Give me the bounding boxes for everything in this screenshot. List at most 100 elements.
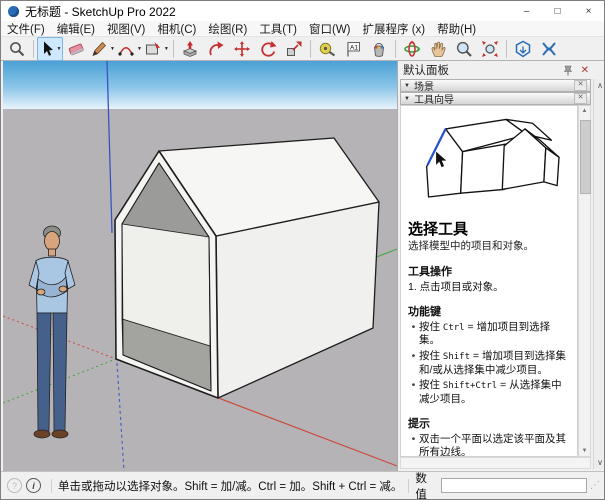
menu-tools[interactable]: 工具(T) bbox=[253, 21, 303, 37]
instructor-house-illustration bbox=[411, 110, 569, 214]
status-separator bbox=[51, 479, 52, 493]
text-tool-button[interactable]: A1 bbox=[340, 37, 366, 61]
minimize-button[interactable]: – bbox=[511, 1, 542, 21]
rectangle-icon bbox=[144, 40, 162, 58]
tray-scroll-strip[interactable]: ∧ ∨ bbox=[593, 79, 605, 469]
tape-measure-button[interactable] bbox=[314, 37, 340, 61]
instructor-subtitle: 选择模型中的项目和对象。 bbox=[408, 240, 571, 253]
zoom-extents-button[interactable] bbox=[477, 37, 503, 61]
modifier-item: • 按住 Ctrl = 增加项目到选择集。 bbox=[408, 321, 571, 348]
resize-grip-icon: ⋰ bbox=[590, 480, 600, 491]
model-viewport[interactable] bbox=[3, 61, 397, 471]
zoom-button[interactable] bbox=[451, 37, 477, 61]
3d-warehouse-icon bbox=[514, 40, 532, 58]
search-icon bbox=[8, 40, 26, 58]
section-label: 工具向导 bbox=[414, 91, 454, 106]
chevron-down-icon[interactable]: ▼ bbox=[57, 46, 62, 52]
select-button[interactable]: ▼ bbox=[37, 37, 63, 61]
menu-edit[interactable]: 编辑(E) bbox=[51, 21, 101, 37]
scrollbar-thumb[interactable] bbox=[580, 120, 591, 194]
instructor-modifier-header: 功能键 bbox=[408, 303, 571, 319]
warehouse-button[interactable] bbox=[510, 37, 536, 61]
instructor-tips-header: 提示 bbox=[408, 415, 571, 431]
menu-window[interactable]: 窗口(W) bbox=[303, 21, 357, 37]
paint-bucket-icon bbox=[370, 40, 388, 58]
section-close-icon[interactable]: ✕ bbox=[574, 80, 587, 91]
sketchup-window: 无标题 - SketchUp Pro 2022 – □ × 文件(F) 编辑(E… bbox=[0, 0, 605, 500]
maximize-button[interactable]: □ bbox=[542, 1, 573, 21]
zoom-icon bbox=[455, 40, 473, 58]
chevron-down-icon[interactable]: ▼ bbox=[164, 46, 169, 52]
status-hint: 单击或拖动以选择对象。Shift = 加/减。Ctrl = 加。Shift + … bbox=[58, 478, 402, 494]
orbit-icon bbox=[403, 40, 421, 58]
measurement-input[interactable] bbox=[441, 478, 587, 493]
instructor-bottom-strip bbox=[400, 457, 591, 469]
menu-extensions[interactable]: 扩展程序 (x) bbox=[357, 21, 432, 37]
tray-title: 默认面板 bbox=[403, 62, 449, 78]
pencil-icon bbox=[90, 40, 108, 58]
close-button[interactable]: × bbox=[573, 1, 604, 21]
zoom-extents-icon bbox=[481, 40, 499, 58]
panel-section-instructor[interactable]: ▼ 工具向导 ✕ bbox=[400, 92, 591, 105]
menu-help[interactable]: 帮助(H) bbox=[431, 21, 482, 37]
menu-view[interactable]: 视图(V) bbox=[101, 21, 151, 37]
default-tray-panel: 默认面板 ✕ ∧ ∨ ▼ 场景 ✕ ▼ 工具向导 ✕ bbox=[397, 61, 605, 471]
scale-icon bbox=[285, 40, 303, 58]
tray-close-icon[interactable]: ✕ bbox=[581, 65, 589, 76]
search-button[interactable] bbox=[4, 37, 30, 61]
menu-camera[interactable]: 相机(C) bbox=[151, 21, 202, 37]
menu-file[interactable]: 文件(F) bbox=[1, 21, 51, 37]
toolbar-separator bbox=[310, 40, 311, 58]
toolbar-separator bbox=[173, 40, 174, 58]
scale-button[interactable] bbox=[281, 37, 307, 61]
tray-header: 默认面板 ✕ bbox=[398, 61, 605, 79]
orbit-button[interactable] bbox=[399, 37, 425, 61]
info-status-icon[interactable]: i bbox=[26, 478, 41, 493]
push-pull-button[interactable] bbox=[177, 37, 203, 61]
chevron-down-icon[interactable]: ▼ bbox=[110, 46, 115, 52]
pan-button[interactable] bbox=[425, 37, 451, 61]
toolbar-separator bbox=[395, 40, 396, 58]
rectangle-tool-button[interactable]: ▼ bbox=[143, 37, 170, 61]
pin-icon[interactable] bbox=[563, 65, 573, 76]
menu-draw[interactable]: 绘图(R) bbox=[202, 21, 253, 37]
tray-scroll-up-icon[interactable]: ∧ bbox=[594, 81, 605, 90]
eraser-button[interactable] bbox=[63, 37, 89, 61]
tray-scroll-down-icon[interactable]: ∨ bbox=[594, 458, 605, 467]
status-bar: ? i 单击或拖动以选择对象。Shift = 加/减。Ctrl = 加。Shif… bbox=[1, 471, 604, 499]
text-tool-icon: A1 bbox=[344, 40, 362, 58]
arc-icon bbox=[117, 40, 135, 58]
arc-tool-button[interactable]: ▼ bbox=[116, 37, 143, 61]
instructor-operation-header: 工具操作 bbox=[408, 263, 571, 279]
instructor-operation-item: 1. 点击项目或对象。 bbox=[408, 281, 571, 295]
help-status-icon[interactable]: ? bbox=[7, 478, 22, 493]
instructor-scrollbar[interactable]: ▲ ▼ bbox=[578, 105, 591, 457]
follow-me-button[interactable] bbox=[203, 37, 229, 61]
scrollbar-up-icon[interactable]: ▲ bbox=[579, 108, 590, 114]
window-title: 无标题 - SketchUp Pro 2022 bbox=[25, 3, 176, 20]
tool-bar: ▼ ▼ ▼ ▼ bbox=[1, 37, 604, 61]
instructor-content: 选择工具 选择模型中的项目和对象。 工具操作 1. 点击项目或对象。 功能键 •… bbox=[400, 105, 578, 457]
rotate-icon bbox=[259, 40, 277, 58]
modifier-item: • 按住 Shift = 增加项目到选择集和/或从选择集中减少项目。 bbox=[408, 350, 571, 377]
sky bbox=[3, 61, 397, 109]
tip-item: • 双击一个平面以选定该平面及其所有边线。 bbox=[408, 433, 571, 457]
line-tool-button[interactable]: ▼ bbox=[89, 37, 116, 61]
eraser-icon bbox=[67, 40, 85, 58]
section-close-icon[interactable]: ✕ bbox=[574, 93, 587, 104]
move-button[interactable] bbox=[229, 37, 255, 61]
collapse-arrow-icon: ▼ bbox=[404, 96, 410, 102]
scrollbar-down-icon[interactable]: ▼ bbox=[579, 448, 590, 454]
paint-bucket-button[interactable] bbox=[366, 37, 392, 61]
sketchup-logo-icon bbox=[8, 6, 19, 17]
title-bar: 无标题 - SketchUp Pro 2022 – □ × bbox=[1, 1, 604, 21]
select-arrow-icon bbox=[39, 40, 55, 58]
extension-warehouse-button[interactable] bbox=[536, 37, 562, 61]
rotate-button[interactable] bbox=[255, 37, 281, 61]
svg-text:A1: A1 bbox=[350, 44, 358, 51]
move-icon bbox=[233, 40, 251, 58]
pan-hand-icon bbox=[429, 40, 447, 58]
chevron-down-icon[interactable]: ▼ bbox=[137, 46, 142, 52]
modifier-item: • 按住 Shift+Ctrl = 从选择集中减少项目。 bbox=[408, 379, 571, 406]
extension-warehouse-icon bbox=[540, 40, 558, 58]
